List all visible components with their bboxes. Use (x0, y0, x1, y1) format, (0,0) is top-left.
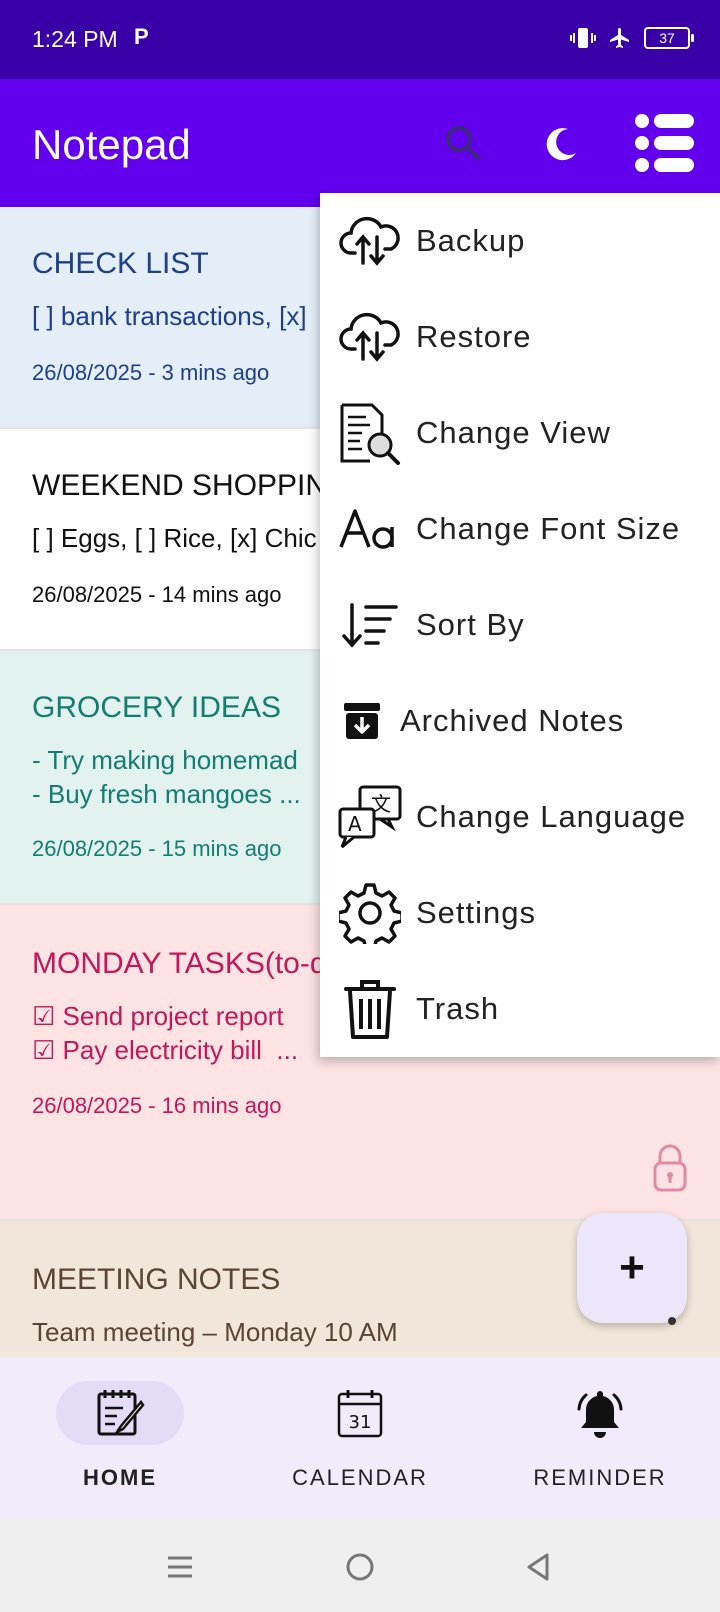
note-date: 26/08/2025 - 15 mins ago (32, 836, 282, 861)
menu-item-change-language[interactable]: 文 A Change Language (320, 769, 720, 865)
menu-button[interactable] (630, 113, 700, 173)
note-body: [ ] bank transactions, [x] (32, 301, 307, 331)
note-body: ☑ Send project report ☑ Pay electricity … (32, 1001, 299, 1065)
note-body: [ ] Eggs, [ ] Rice, [x] Chic (32, 523, 317, 553)
note-title: CHECK LIST (32, 247, 209, 280)
note-body: Team meeting – Monday 10 AM (32, 1317, 398, 1347)
bottom-nav: HOME 31 CALENDAR REMINDER (0, 1357, 720, 1519)
menu-item-settings[interactable]: Settings (320, 865, 720, 961)
menu-item-archived-notes[interactable]: Archived Notes (320, 673, 720, 769)
menu-item-change-font-size[interactable]: Change Font Size (320, 481, 720, 577)
nav-item-calendar[interactable]: 31 CALENDAR (240, 1357, 480, 1519)
battery-icon: 37 (644, 27, 694, 49)
indicator-dot (668, 1317, 676, 1325)
notepad-icon (92, 1385, 148, 1441)
airplane-icon (610, 28, 629, 48)
translate-icon: 文 A (334, 781, 406, 853)
list-menu-icon (635, 114, 694, 172)
calendar-icon: 31 (332, 1385, 388, 1441)
cloud-sync-icon (334, 301, 406, 373)
status-bar: 1:24 PM P 37 (0, 0, 720, 79)
vibrate-icon (570, 28, 596, 48)
note-title: WEEKEND SHOPPIN (32, 469, 328, 502)
search-button[interactable] (433, 113, 493, 173)
svg-text:A: A (348, 812, 362, 836)
dark-mode-button[interactable] (530, 113, 590, 173)
menu-item-sort-by[interactable]: Sort By (320, 577, 720, 673)
menu-item-label: Sort By (416, 607, 525, 642)
menu-item-label: Change Font Size (416, 511, 681, 546)
gear-icon (334, 877, 406, 949)
menu-item-label: Trash (416, 991, 500, 1026)
app-bar: Notepad (0, 79, 720, 207)
document-search-icon (334, 397, 406, 469)
app-title: Notepad (32, 121, 191, 168)
note-body: - Try making homemad - Buy fresh mangoes… (32, 745, 301, 809)
calendar-day: 31 (349, 1412, 372, 1433)
note-date: 26/08/2025 - 14 mins ago (32, 582, 282, 607)
moon-icon (546, 128, 576, 161)
overflow-menu: Backup Restore Change View Change Font S… (320, 193, 720, 1057)
menu-item-trash[interactable]: Trash (320, 961, 720, 1057)
menu-item-restore[interactable]: Restore (320, 289, 720, 385)
back-icon (527, 1553, 549, 1581)
status-time: 1:24 PM (32, 26, 118, 52)
nav-item-reminder[interactable]: REMINDER (480, 1357, 720, 1519)
note-title: MEETING NOTES (32, 1263, 281, 1296)
note-date: 26/08/2025 - 16 mins ago (32, 1093, 282, 1118)
menu-item-label: Change Language (416, 799, 687, 834)
menu-item-change-view[interactable]: Change View (320, 385, 720, 481)
note-date: 26/08/2025 - 3 mins ago (32, 360, 270, 385)
nav-label: HOME (83, 1465, 157, 1490)
menu-item-label: Settings (416, 895, 537, 930)
nav-item-home[interactable]: HOME (0, 1357, 240, 1519)
cloud-sync-icon (334, 205, 406, 277)
recent-apps-icon (168, 1556, 192, 1578)
nav-label: CALENDAR (292, 1465, 428, 1490)
back-button[interactable] (514, 1543, 562, 1591)
menu-item-label: Backup (416, 223, 526, 258)
trash-icon (334, 973, 406, 1045)
font-size-icon (334, 493, 406, 565)
menu-item-backup[interactable]: Backup (320, 193, 720, 289)
nav-label: REMINDER (533, 1465, 667, 1490)
note-title: GROCERY IDEAS (32, 691, 281, 724)
system-nav-bar (0, 1519, 720, 1612)
note-title: MONDAY TASKS(to-d (32, 947, 327, 980)
status-icons: 37 (570, 26, 694, 50)
menu-item-label: Restore (416, 319, 532, 354)
search-icon (446, 126, 481, 161)
recent-apps-button[interactable] (156, 1543, 204, 1591)
archive-icon (334, 685, 390, 757)
notification-icon: P (134, 24, 149, 49)
lock-icon (652, 1143, 688, 1198)
home-circle-icon (346, 1553, 374, 1581)
sort-icon (334, 589, 406, 661)
menu-item-label: Change View (416, 415, 611, 450)
menu-item-label: Archived Notes (400, 703, 625, 738)
bell-icon (572, 1385, 628, 1441)
add-note-button[interactable]: + (577, 1213, 687, 1323)
home-button[interactable] (336, 1543, 384, 1591)
